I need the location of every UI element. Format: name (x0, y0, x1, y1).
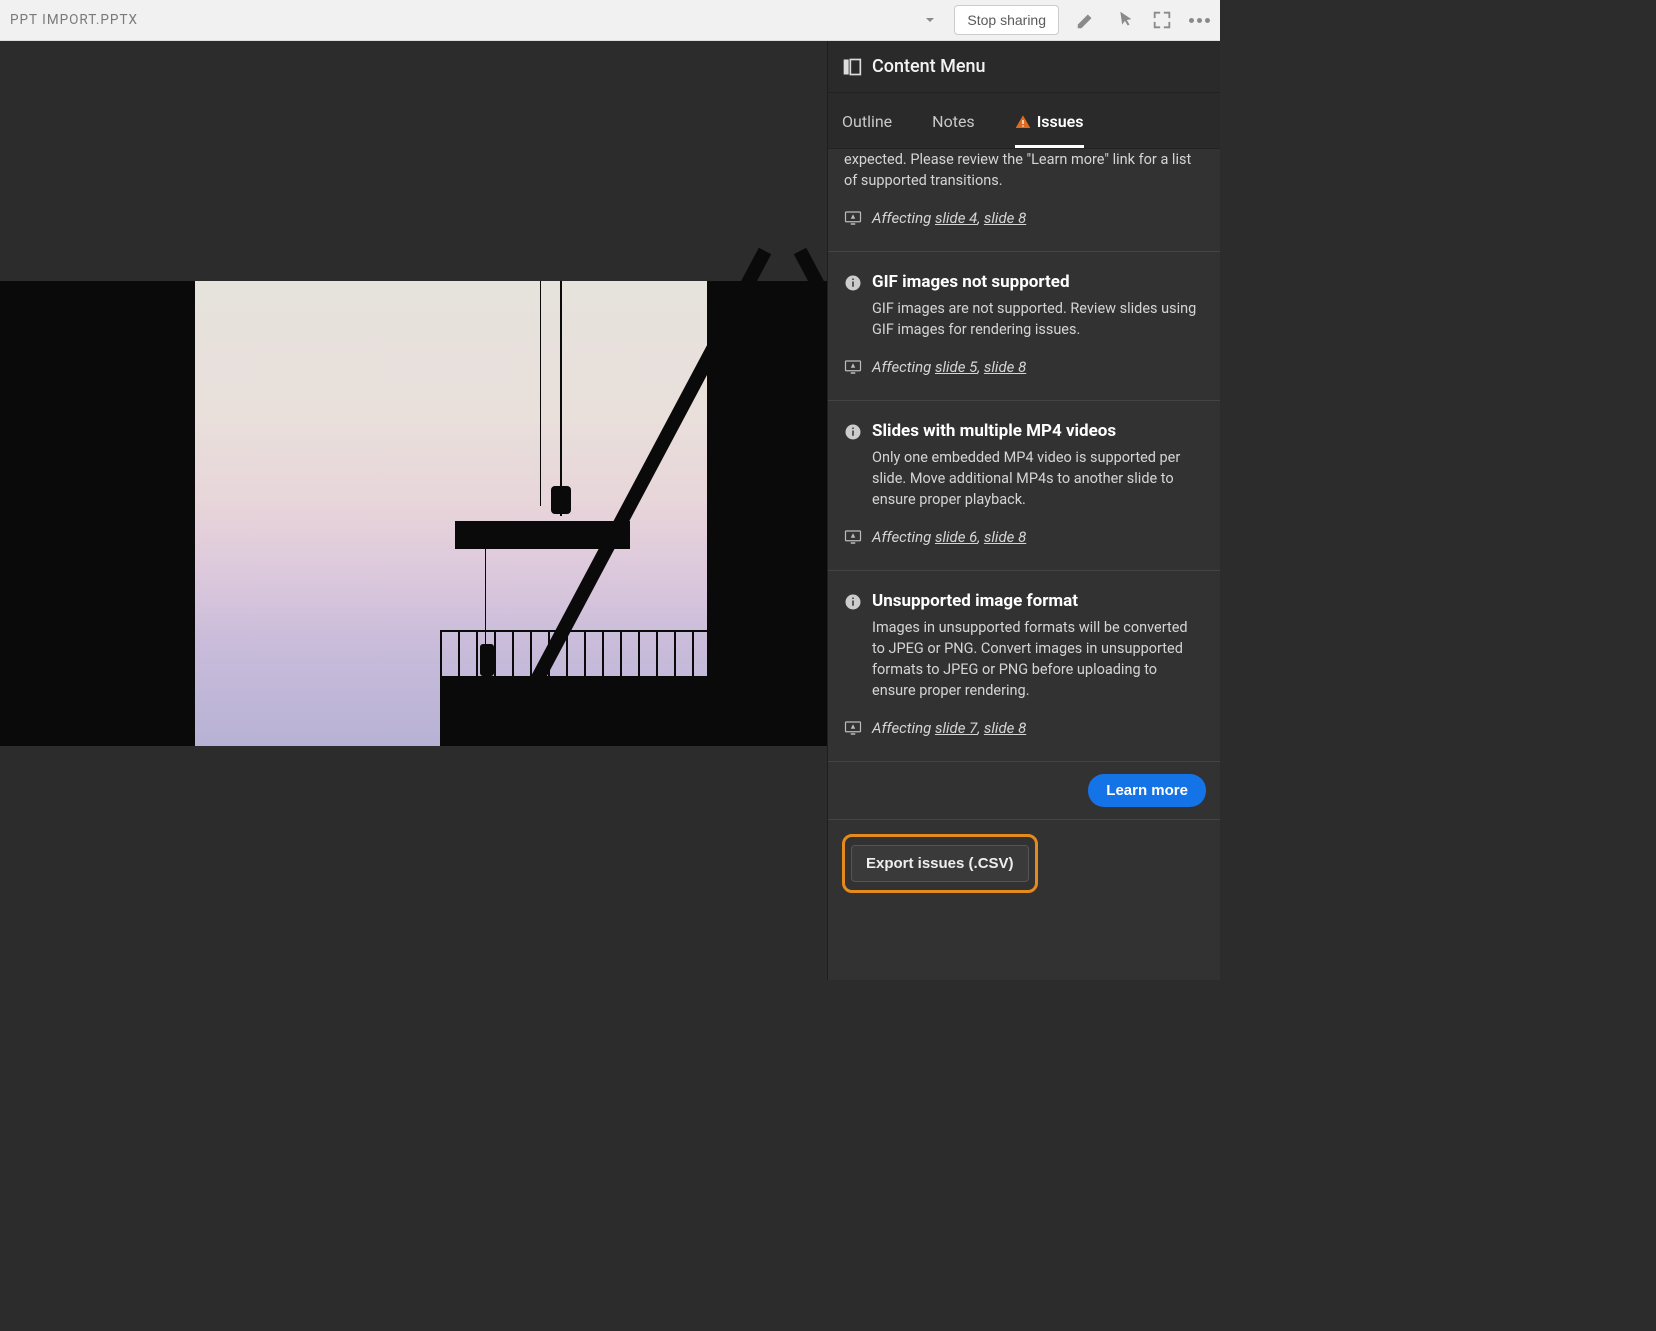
info-icon (844, 423, 862, 441)
issue-title: Slides with multiple MP4 videos (872, 421, 1204, 441)
issue-title: Unsupported image format (872, 591, 1204, 611)
export-issues-button[interactable]: Export issues (.CSV) (851, 845, 1029, 882)
topbar: PPT IMPORT.PPTX Stop sharing (0, 0, 1220, 41)
issue-description: Images in unsupported formats will be co… (872, 617, 1204, 701)
monitor-warning-icon (844, 209, 862, 227)
issue-item: Slides with multiple MP4 videos Only one… (828, 401, 1220, 571)
issues-list[interactable]: expected. Please review the "Learn more"… (828, 149, 1220, 980)
monitor-warning-icon (844, 719, 862, 737)
tab-issues-label: Issues (1037, 112, 1084, 131)
slide-link[interactable]: slide 8 (984, 358, 1026, 376)
tab-issues[interactable]: Issues (1015, 112, 1084, 148)
issue-item: Unsupported image format Images in unsup… (828, 571, 1220, 762)
panel-title: Content Menu (872, 56, 986, 77)
slide-link[interactable]: slide 8 (984, 209, 1026, 227)
tab-notes[interactable]: Notes (932, 112, 975, 148)
export-highlight: Export issues (.CSV) (842, 834, 1038, 893)
slide-link[interactable]: slide 8 (984, 719, 1026, 737)
slide-link[interactable]: slide 5 (935, 358, 977, 376)
slide-link[interactable]: slide 8 (984, 528, 1026, 546)
slide-link[interactable]: slide 6 (935, 528, 977, 546)
issue-affecting: Affecting slide 7, slide 8 (844, 719, 1204, 737)
chevron-down-icon[interactable] (922, 12, 938, 28)
panel-header: Content Menu (828, 41, 1220, 93)
learn-more-row: Learn more (828, 762, 1220, 820)
issue-affecting: Affecting slide 5, slide 8 (844, 358, 1204, 376)
info-icon (844, 593, 862, 611)
monitor-warning-icon (844, 358, 862, 376)
learn-more-button[interactable]: Learn more (1088, 774, 1206, 807)
fullscreen-icon[interactable] (1151, 9, 1173, 31)
stop-sharing-button[interactable]: Stop sharing (954, 5, 1059, 35)
export-row: Export issues (.CSV) (828, 820, 1220, 911)
issue-description: expected. Please review the "Learn more"… (844, 149, 1204, 191)
slide-preview (0, 281, 827, 746)
content-menu-panel: Content Menu Outline Notes Issues expect… (827, 41, 1220, 980)
warning-icon (1015, 114, 1031, 130)
issue-item: GIF images not supported GIF images are … (828, 252, 1220, 401)
issue-title: GIF images not supported (872, 272, 1204, 292)
panel-tabs: Outline Notes Issues (828, 93, 1220, 149)
slide-stage (0, 41, 827, 980)
document-title: PPT IMPORT.PPTX (10, 12, 922, 28)
panel-layout-icon (842, 57, 862, 77)
slide-link[interactable]: slide 7 (935, 719, 977, 737)
pointer-icon[interactable] (1113, 9, 1135, 31)
monitor-warning-icon (844, 528, 862, 546)
issue-affecting: Affecting slide 6, slide 8 (844, 528, 1204, 546)
issue-affecting: Affecting slide 4, slide 8 (844, 209, 1204, 227)
info-icon (844, 274, 862, 292)
issue-description: GIF images are not supported. Review sli… (872, 298, 1204, 340)
issue-item: expected. Please review the "Learn more"… (828, 149, 1220, 252)
tab-outline[interactable]: Outline (842, 112, 892, 148)
issue-description: Only one embedded MP4 video is supported… (872, 447, 1204, 510)
slide-link[interactable]: slide 4 (935, 209, 977, 227)
pen-icon[interactable] (1075, 9, 1097, 31)
more-icon[interactable] (1189, 18, 1210, 23)
